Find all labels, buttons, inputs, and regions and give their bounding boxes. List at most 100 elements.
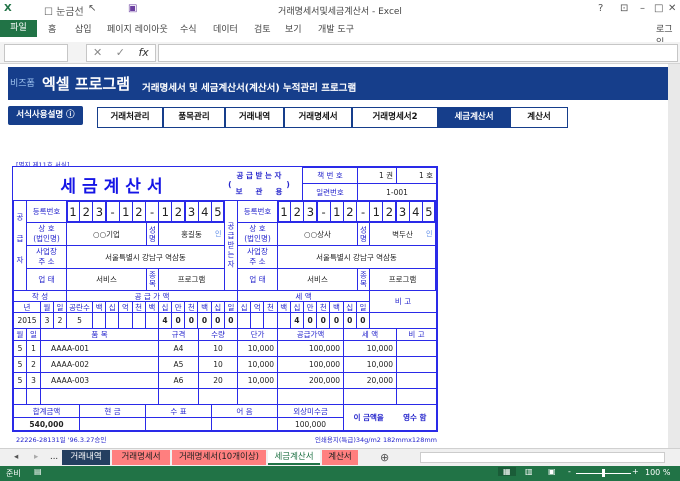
gridlines-label: 눈금선	[56, 7, 84, 18]
supply-digit: 4	[157, 312, 173, 329]
nav-button-4[interactable]: 거래명세서2	[352, 107, 438, 128]
item-cell: 10,000	[237, 372, 278, 389]
item-cell	[13, 388, 27, 405]
total-header: 합계금액	[13, 404, 80, 418]
macro-record-icon[interactable]: ▤	[34, 467, 42, 476]
tab-review[interactable]: 검토	[254, 22, 271, 35]
insert-function-icon[interactable]: fx	[138, 46, 148, 59]
item-cell: 2	[26, 356, 41, 373]
supply-digit: 0	[184, 312, 199, 329]
supplier-reg-box	[66, 200, 225, 223]
file-tab[interactable]: 파일	[0, 20, 37, 37]
item-cell: 10,000	[237, 356, 278, 373]
supply-digit: 0	[171, 312, 186, 329]
sheet-tab-2[interactable]: 거래명세서(10개이상)	[172, 450, 266, 465]
sheet-tab-3[interactable]: 세금계산서	[268, 450, 320, 465]
next-sheet-icon[interactable]: ▸	[34, 450, 38, 465]
cancel-icon[interactable]: ✕	[93, 46, 102, 59]
gridlines-checkbox[interactable]: ☐ 눈금선	[44, 3, 84, 18]
supplier-type-label: 업 태	[26, 268, 67, 291]
vertical-scrollbar[interactable]	[668, 64, 680, 448]
item-cell	[237, 388, 278, 405]
page-break-view-icon[interactable]: ▣	[548, 467, 556, 476]
buyer-reg-label: 등록번호	[237, 200, 278, 223]
tax-digit: 0	[342, 312, 357, 329]
book-volume: 1 권	[357, 167, 397, 184]
supply-digit	[131, 312, 146, 329]
book-no-label: 책 번 호	[302, 167, 358, 184]
name-box[interactable]	[4, 44, 68, 62]
excel-icon: X	[4, 3, 12, 14]
sheet-tab-0[interactable]: 거래내역	[62, 450, 110, 465]
window-title: 거래명세서및세금계산서 - Excel	[278, 7, 402, 17]
select-pointer-icon[interactable]: ↖	[88, 3, 96, 14]
sheet-tab-1[interactable]: 거래명세서	[112, 450, 170, 465]
tab-developer[interactable]: 개발 도구	[318, 22, 354, 35]
buyer-seal-mark: 인	[426, 230, 433, 238]
tab-insert[interactable]: 삽입	[75, 22, 92, 35]
prev-sheet-icon[interactable]: ◂	[14, 450, 18, 465]
tab-page-layout[interactable]: 페이지 레이아웃	[107, 22, 168, 35]
normal-view-icon[interactable]: ▦	[498, 467, 516, 476]
item-cell	[396, 372, 437, 389]
supplier-reg-label: 등록번호	[26, 200, 67, 223]
item-cell	[26, 388, 41, 405]
maximize-button[interactable]: □	[654, 3, 663, 14]
close-button[interactable]: ✕	[668, 3, 676, 14]
item-cell: 20,000	[343, 372, 397, 389]
zoom-slider[interactable]: - +	[568, 467, 639, 479]
sheet-tab-4[interactable]: 계산서	[322, 450, 358, 465]
supply-digit: 0	[210, 312, 225, 329]
tax-digit: 4	[289, 312, 304, 329]
nav-button-2[interactable]: 거래내역	[225, 107, 284, 128]
tab-home[interactable]: 홈	[48, 22, 56, 35]
nav-button-1[interactable]: 품목관리	[163, 107, 225, 128]
approval-note: 22226-28131일 '96.3.27승인	[16, 436, 107, 444]
total-value	[145, 417, 212, 431]
save-icon[interactable]: ▣	[128, 3, 137, 14]
total-header: 현 금	[79, 404, 146, 418]
add-sheet-button[interactable]: ⊕	[380, 450, 389, 465]
item-cell: 10,000	[237, 340, 278, 357]
paren-right: )	[286, 179, 290, 189]
total-value: 540,000	[13, 417, 80, 431]
status-bar: 준비 ▤ ▦ ▥ ▣ - + 100 %	[0, 466, 680, 481]
item-cell	[343, 388, 397, 405]
minimize-button[interactable]: –	[640, 3, 645, 14]
tax-digit: 0	[355, 312, 370, 329]
supply-digit	[105, 312, 120, 329]
supplier-side-label: 공급자	[13, 200, 27, 291]
item-cell: 10	[198, 356, 238, 373]
serial-number: 1-001	[357, 183, 437, 201]
supplier-address: 서울특별시 강남구 역삼동	[66, 245, 225, 269]
enter-icon[interactable]: ✓	[116, 46, 125, 59]
day-value: 2	[53, 312, 67, 329]
item-cell: 20	[198, 372, 238, 389]
buyer-address: 서울특별시 강남구 역삼동	[277, 245, 436, 269]
item-cell: 100,000	[277, 340, 344, 357]
tab-view[interactable]: 보기	[285, 22, 302, 35]
item-cell	[396, 340, 437, 357]
item-cell: 5	[13, 340, 27, 357]
item-cell: 1	[26, 340, 41, 357]
more-sheets-button[interactable]: ...	[50, 450, 58, 465]
help-button[interactable]: ?	[598, 3, 603, 14]
ribbon-display-button[interactable]: ⊡	[620, 3, 628, 14]
nav-button-5[interactable]: 세금계산서	[438, 107, 510, 128]
supply-digit: 0	[197, 312, 212, 329]
copy-type: (공 급 받 는 자보 관 용)	[215, 167, 303, 201]
formula-input[interactable]	[158, 44, 678, 62]
item-cell: 5	[13, 356, 27, 373]
copy-line-2: 보 관 용	[235, 187, 283, 196]
tab-data[interactable]: 데이터	[213, 22, 238, 35]
nav-button-6[interactable]: 계산서	[510, 107, 568, 128]
item-cell: A4	[158, 340, 199, 357]
nav-button-3[interactable]: 거래명세서	[284, 107, 352, 128]
horizontal-scrollbar[interactable]	[420, 452, 665, 463]
page-layout-view-icon[interactable]: ▥	[525, 467, 533, 476]
usage-help-button[interactable]: 서식사용설명 ⓘ	[8, 106, 83, 125]
status-ready: 준비	[6, 469, 21, 478]
supply-digit	[92, 312, 107, 329]
tab-formulas[interactable]: 수식	[180, 22, 197, 35]
nav-button-0[interactable]: 거래처관리	[97, 107, 163, 128]
